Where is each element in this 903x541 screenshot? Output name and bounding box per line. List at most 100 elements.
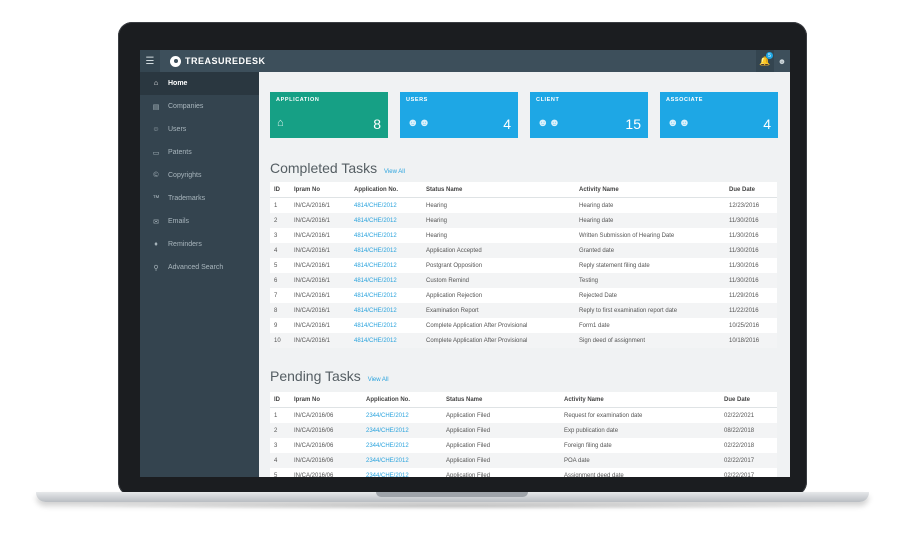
- users-icon: ☻☻: [537, 117, 561, 129]
- application-number-link[interactable]: 4814/CHE/2012: [350, 198, 422, 214]
- table-row[interactable]: 1 IN/CA/2016/1 4814/CHE/2012 Hearing Hearing…: [270, 198, 777, 214]
- table-cell: Foreign filing date: [564, 442, 612, 449]
- table-row[interactable]: 9 IN/CA/2016/1 4814/CHE/2012 Complete Appli…: [270, 318, 777, 333]
- table-header-row: ID Ipram No Application No. Status Name …: [270, 182, 777, 198]
- stat-card-associate[interactable]: ASSOCIATE ☻☻ 4: [660, 92, 778, 138]
- notifications-button[interactable]: 🔔 5: [756, 50, 774, 72]
- table-cell: 6: [270, 273, 290, 288]
- table-row[interactable]: 10 IN/CA/2016/1 4814/CHE/2012 Complete Appl…: [270, 333, 777, 348]
- table-cell: Form1 date: [579, 322, 610, 329]
- column-header[interactable]: Ipram No: [290, 392, 362, 408]
- table-row[interactable]: 1 IN/CA/2016/06 2344/CHE/2012 Application F…: [270, 408, 777, 424]
- column-header[interactable]: Ipram No: [290, 182, 350, 198]
- table-cell: Rejected Date: [579, 292, 618, 299]
- application-number-link[interactable]: 4814/CHE/2012: [350, 273, 422, 288]
- sidebar-item-label: Patents: [168, 149, 192, 156]
- pending-view-all-link[interactable]: View All: [368, 377, 389, 383]
- column-header[interactable]: ID: [270, 182, 290, 198]
- table-cell: IN/CA/2016/1: [290, 273, 350, 288]
- main-content: APPLICATION ⌂ 8 USERS ☻☻ 4 CLIENT ☻☻ 1 5 …: [259, 72, 790, 477]
- application-number-link[interactable]: 2344/CHE/2012: [362, 423, 442, 438]
- application-number-link[interactable]: 4814/CHE/2012: [350, 318, 422, 333]
- brand-logo[interactable]: TREASUREDESK: [170, 55, 266, 67]
- completed-tasks-table: ID Ipram No Application No. Status Name …: [270, 182, 777, 348]
- table-row[interactable]: 6 IN/CA/2016/1 4814/CHE/2012 Custom Remind T…: [270, 273, 777, 288]
- table-cell: IN/CA/2016/1: [290, 243, 350, 258]
- table-row[interactable]: 3 IN/CA/2016/06 2344/CHE/2012 Application F…: [270, 438, 777, 453]
- table-row[interactable]: 5 IN/CA/2016/1 4814/CHE/2012 Postgrant Oppo…: [270, 258, 777, 273]
- table-cell: 9: [274, 322, 278, 329]
- application-number-link[interactable]: 2344/CHE/2012: [362, 468, 442, 478]
- user-icon: ☻: [777, 56, 787, 66]
- table-cell: 1: [274, 202, 278, 209]
- application-number-link[interactable]: 4814/CHE/2012: [350, 303, 422, 318]
- stat-card-users[interactable]: USERS ☻☻ 4: [400, 92, 518, 138]
- location-pin-icon: [170, 55, 181, 67]
- column-header[interactable]: ID: [270, 392, 290, 408]
- table-cell: 5: [274, 262, 278, 269]
- application-number-link[interactable]: 4814/CHE/2012: [350, 228, 422, 243]
- table-row[interactable]: 4 IN/CA/2016/1 4814/CHE/2012 Application Ac…: [270, 243, 777, 258]
- table-cell: IN/CA/2016/06: [290, 453, 362, 468]
- sidebar-item-trademarks[interactable]: ™ Trademarks: [140, 187, 259, 210]
- application-number-link[interactable]: 2344/CHE/2012: [362, 453, 442, 468]
- menu-toggle-button[interactable]: ☰: [140, 50, 160, 72]
- completed-view-all-link[interactable]: View All: [384, 169, 405, 175]
- sidebar-item-reminders[interactable]: ♦ Reminders: [140, 233, 259, 256]
- application-number-link[interactable]: 2344/CHE/2012: [362, 438, 442, 453]
- sidebar-item-emails[interactable]: ✉ Emails: [140, 210, 259, 233]
- table-row[interactable]: 2 IN/CA/2016/06 2344/CHE/2012 Application F…: [270, 423, 777, 438]
- table-cell: 11/30/2016: [725, 243, 777, 258]
- table-row[interactable]: 7 IN/CA/2016/1 4814/CHE/2012 Application Re…: [270, 288, 777, 303]
- sidebar-item-advanced-search[interactable]: ⚲ Advanced Search: [140, 256, 259, 279]
- application-number-link[interactable]: 4814/CHE/2012: [350, 333, 422, 348]
- table-cell: 4: [270, 243, 290, 258]
- column-header[interactable]: Activity Name: [575, 182, 725, 198]
- table-cell: 02/22/2021: [724, 412, 755, 419]
- application-number-link[interactable]: 4814/CHE/2012: [350, 258, 422, 273]
- column-header[interactable]: Due Date: [720, 392, 777, 408]
- sidebar-item-copyrights[interactable]: © Copyrights: [140, 164, 259, 187]
- sidebar-item-label: Reminders: [168, 241, 202, 248]
- table-cell: Application Filed: [446, 442, 491, 449]
- table-row[interactable]: 5 IN/CA/2016/06 2344/CHE/2012 Application F…: [270, 468, 777, 478]
- column-header[interactable]: Application No.: [350, 182, 422, 198]
- table-cell: 11/29/2016: [729, 292, 759, 299]
- table-cell: 10/25/2016: [729, 322, 760, 329]
- user-menu-button[interactable]: ☻: [774, 50, 790, 72]
- table-row[interactable]: 8 IN/CA/2016/1 4814/CHE/2012 Examination Re…: [270, 303, 777, 318]
- stat-card-application[interactable]: APPLICATION ⌂ 8: [270, 92, 388, 138]
- column-header[interactable]: Status Name: [442, 392, 560, 408]
- sidebar-item-companies[interactable]: ▤ Companies: [140, 95, 259, 118]
- table-cell: 2: [270, 213, 290, 228]
- table-cell: Custom Remind: [422, 273, 575, 288]
- application-number-link[interactable]: 4814/CHE/2012: [350, 213, 422, 228]
- sidebar-item-home[interactable]: ⌂ Home: [140, 72, 259, 95]
- table-cell: IN/CA/2016/06: [294, 472, 334, 478]
- column-header[interactable]: Due Date: [725, 182, 777, 198]
- table-cell: 3: [274, 442, 278, 449]
- pending-tasks-table: ID Ipram No Application No. Status Name …: [270, 392, 777, 477]
- application-number-link[interactable]: 2344/CHE/2012: [362, 408, 442, 424]
- table-header-row: ID Ipram No Application No. Status Name …: [270, 392, 777, 408]
- section-heading: Completed Tasks: [270, 160, 378, 176]
- table-cell: Written Submission of Hearing Date: [579, 232, 675, 239]
- column-header[interactable]: Application No.: [362, 392, 442, 408]
- folder-icon: ▭: [152, 149, 160, 157]
- table-row[interactable]: 4 IN/CA/2016/06 2344/CHE/2012 Application F…: [270, 453, 777, 468]
- top-right-controls: 🔔 5 ☻: [756, 50, 790, 72]
- brand-name: TREASUREDESK: [185, 56, 266, 66]
- sidebar-item-patents[interactable]: ▭ Patents: [140, 141, 259, 164]
- table-row[interactable]: 2 IN/CA/2016/1 4814/CHE/2012 Hearing Hearing…: [270, 213, 777, 228]
- application-number-link[interactable]: 4814/CHE/2012: [350, 243, 422, 258]
- table-row[interactable]: 3 IN/CA/2016/1 4814/CHE/2012 Hearing Written…: [270, 228, 777, 243]
- table-cell: IN/CA/2016/1: [294, 232, 331, 239]
- column-header[interactable]: Activity Name: [560, 392, 720, 408]
- sidebar-item-users[interactable]: ☺ Users: [140, 118, 259, 141]
- column-header[interactable]: Status Name: [422, 182, 575, 198]
- table-cell: 11/30/2016: [729, 262, 759, 269]
- users-icon: ☻☻: [667, 117, 691, 129]
- stat-card-client[interactable]: CLIENT ☻☻ 15: [530, 92, 648, 138]
- application-number-link[interactable]: 4814/CHE/2012: [350, 288, 422, 303]
- table-cell: IN/CA/2016/1: [290, 333, 350, 348]
